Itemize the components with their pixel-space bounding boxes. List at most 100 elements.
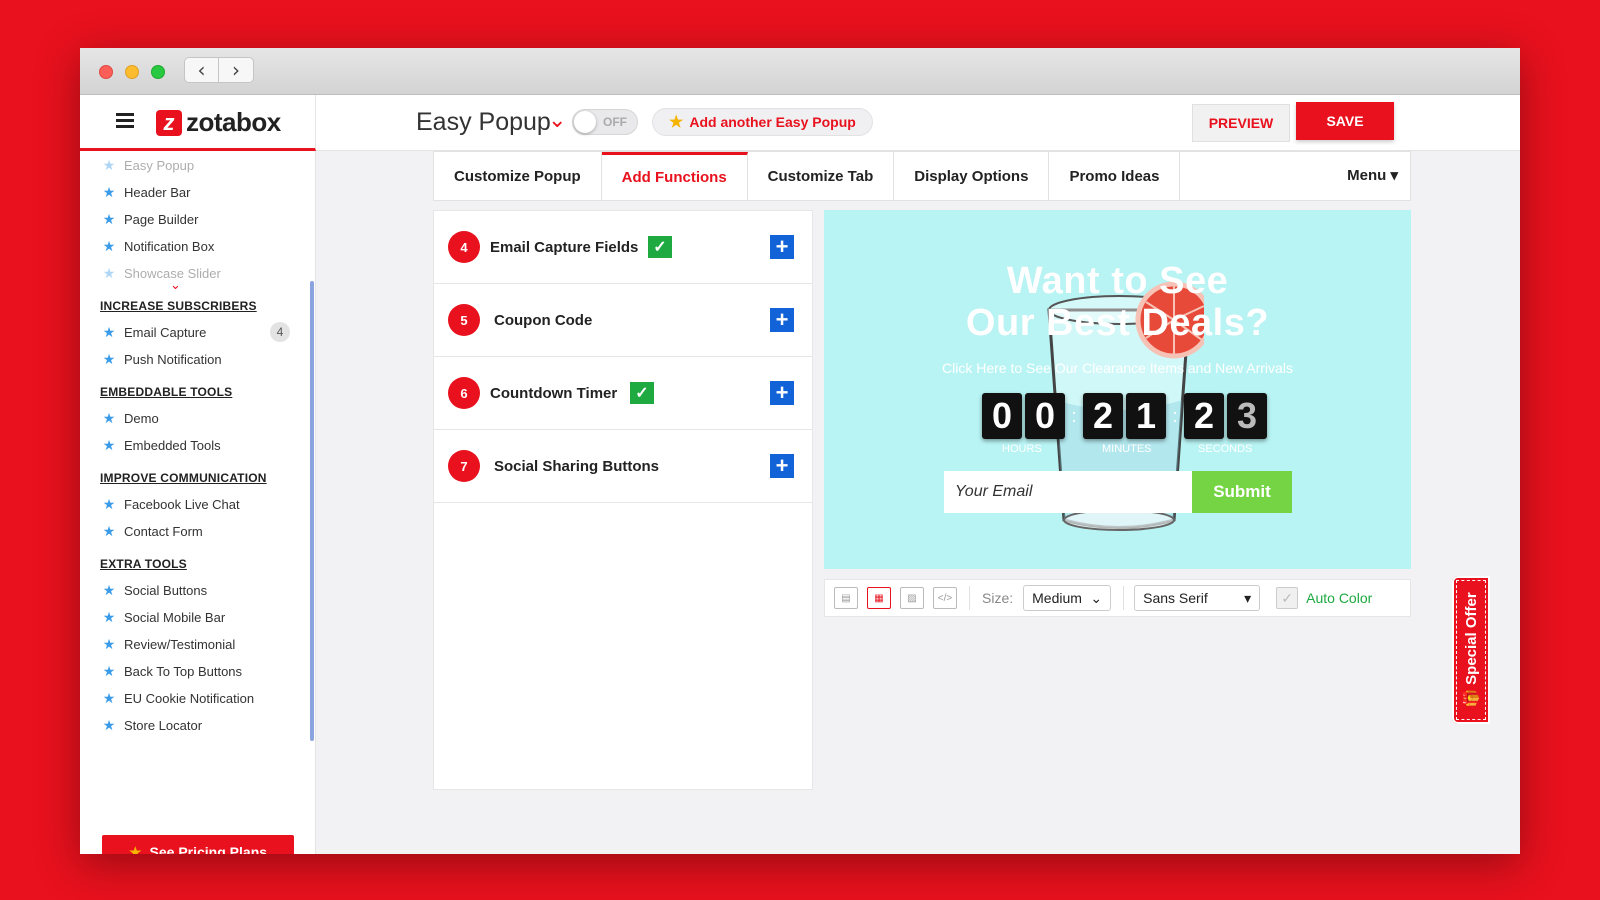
star-icon: ★ — [102, 265, 116, 281]
checkbox-checked-icon[interactable]: ✓ — [648, 236, 672, 258]
image-icon[interactable]: ▨ — [900, 587, 924, 609]
add-another-popup-button[interactable]: ★ Add another Easy Popup — [652, 108, 873, 136]
countdown-digit: 2 — [1184, 393, 1224, 439]
function-row-countdown-timer[interactable]: 6 Countdown Timer ✓ + — [434, 357, 812, 430]
countdown-digit: 1 — [1126, 393, 1166, 439]
minutes-label: MINUTES — [1102, 443, 1152, 455]
browser-window: ‹ › z zotabox Easy Popup ⌄ OFF ★ Add ano… — [80, 48, 1520, 854]
function-row-email-capture[interactable]: 4 Email Capture Fields ✓ + — [434, 211, 812, 284]
expand-plus-icon[interactable]: + — [770, 381, 794, 405]
countdown-digit: 2 — [1083, 393, 1123, 439]
sidebar-item-page-builder[interactable]: ★ Page Builder — [102, 211, 199, 228]
expand-plus-icon[interactable]: + — [770, 454, 794, 478]
show-more-chevron-icon[interactable]: ⌄ — [170, 277, 181, 293]
star-icon: ★ — [102, 636, 116, 652]
sidebar-item-embedded-tools[interactable]: ★ Embedded Tools — [102, 437, 221, 454]
step-number: 5 — [448, 304, 480, 336]
function-label: Coupon Code — [494, 311, 593, 329]
sidebar-scrollbar[interactable] — [310, 281, 314, 741]
sidebar-item-social-buttons[interactable]: ★ Social Buttons — [102, 582, 207, 599]
seconds-label: SECONDS — [1198, 443, 1253, 455]
sidebar-item-showcase-slider[interactable]: ★ Showcase Slider — [102, 265, 221, 282]
font-select[interactable]: Sans Serif ▾ — [1134, 585, 1261, 611]
save-button[interactable]: SAVE — [1296, 102, 1394, 140]
caret-down-icon: ▾ — [1390, 167, 1398, 184]
tab-customize-popup[interactable]: Customize Popup — [434, 152, 602, 200]
see-pricing-plans-button[interactable]: ★ See Pricing Plans — [102, 835, 294, 854]
sidebar-item-push-notification[interactable]: ★ Push Notification — [102, 351, 222, 368]
function-row-coupon-code[interactable]: 5 Coupon Code + — [434, 284, 812, 357]
preview-toolbar: ▤ ▦ ▨ </> Size: Medium ⌄ Sans Serif ▾ ✓ Au… — [824, 579, 1411, 617]
star-icon: ★ — [102, 582, 116, 598]
star-icon: ★ — [102, 523, 116, 539]
tab-display-options[interactable]: Display Options — [894, 152, 1050, 200]
sidebar-item-label: Notification Box — [124, 239, 215, 254]
star-icon: ★ — [102, 351, 116, 367]
headline-line-2: Our Best Deals? — [965, 302, 1270, 344]
code-icon[interactable]: </> — [933, 587, 957, 609]
sidebar-item-label: Embedded Tools — [124, 438, 221, 453]
expand-plus-icon[interactable]: + — [770, 308, 794, 332]
toggle-knob — [574, 111, 596, 133]
sidebar-item-label: EU Cookie Notification — [124, 691, 255, 706]
sidebar-item-demo[interactable]: ★ Demo — [102, 410, 159, 427]
function-row-social-sharing[interactable]: 7 Social Sharing Buttons + — [434, 430, 812, 503]
hours-label: HOURS — [1002, 443, 1042, 455]
layout-text-icon[interactable]: ▤ — [834, 587, 858, 609]
history-nav: ‹ › — [184, 57, 254, 83]
sidebar-scroll-area[interactable]: ★ Easy Popup ★ Header Bar ★ Page Builder ★ N… — [80, 151, 315, 741]
back-arrow-icon[interactable]: ‹ — [185, 58, 219, 82]
toolbar-divider — [1123, 586, 1125, 610]
close-window-button[interactable] — [99, 65, 113, 79]
special-offer-tab[interactable]: 🎁 Special Offer — [1452, 576, 1490, 724]
sidebar-item-email-capture[interactable]: ★ Email Capture — [102, 324, 207, 341]
size-select[interactable]: Medium ⌄ — [1023, 585, 1112, 611]
sidebar-item-header-bar[interactable]: ★ Header Bar — [102, 184, 191, 201]
sidebar-item-eu-cookie[interactable]: ★ EU Cookie Notification — [102, 690, 254, 707]
submit-button[interactable]: Submit — [1192, 471, 1292, 513]
sidebar-item-back-to-top[interactable]: ★ Back To Top Buttons — [102, 663, 242, 680]
tool-title[interactable]: Easy Popup — [416, 108, 551, 137]
sidebar-item-store-locator[interactable]: ★ Store Locator — [102, 717, 202, 734]
preview-button[interactable]: PREVIEW — [1192, 104, 1290, 142]
auto-color-label[interactable]: Auto Color — [1306, 590, 1372, 606]
layout-form-icon[interactable]: ▦ — [867, 587, 891, 609]
size-label: Size: — [982, 590, 1014, 606]
star-icon: ★ — [128, 843, 142, 855]
functions-list: 4 Email Capture Fields ✓ + 5 Coupon Code… — [433, 210, 813, 790]
expand-plus-icon[interactable]: + — [770, 235, 794, 259]
sidebar-item-contact-form[interactable]: ★ Contact Form — [102, 523, 203, 540]
sidebar-item-label: Easy Popup — [124, 158, 195, 173]
editor-tabs: Customize Popup Add Functions Customize … — [433, 151, 1411, 201]
sidebar-item-label: Contact Form — [124, 524, 203, 539]
checkbox-checked-icon[interactable]: ✓ — [630, 382, 654, 404]
tab-promo-ideas[interactable]: Promo Ideas — [1049, 152, 1181, 200]
popup-active-toggle[interactable]: OFF — [572, 109, 638, 135]
star-icon: ★ — [669, 114, 684, 131]
sidebar-item-social-mobile-bar[interactable]: ★ Social Mobile Bar — [102, 609, 225, 626]
font-select-value: Sans Serif — [1143, 590, 1208, 606]
sidebar: ★ Easy Popup ★ Header Bar ★ Page Builder ★ N… — [80, 151, 316, 854]
menu-dropdown[interactable]: Menu ▾ — [1347, 166, 1398, 184]
auto-color-checkbox[interactable]: ✓ — [1276, 587, 1299, 609]
maximize-window-button[interactable] — [151, 65, 165, 79]
countdown-digit: 0 — [982, 393, 1022, 439]
sidebar-item-easy-popup[interactable]: ★ Easy Popup — [102, 157, 194, 174]
forward-arrow-icon[interactable]: › — [219, 58, 253, 82]
tab-customize-tab[interactable]: Customize Tab — [748, 152, 895, 200]
countdown-digit: 3 — [1227, 393, 1267, 439]
star-icon: ★ — [102, 437, 116, 453]
pricing-label: See Pricing Plans — [149, 844, 268, 854]
sidebar-item-label: Store Locator — [124, 718, 203, 733]
sidebar-item-review-testimonial[interactable]: ★ Review/Testimonial — [102, 636, 236, 653]
chevron-down-icon[interactable]: ⌄ — [548, 107, 566, 133]
zotabox-logo[interactable]: z zotabox — [156, 107, 281, 138]
sidebar-item-label: Social Mobile Bar — [124, 610, 226, 625]
sidebar-item-facebook-live-chat[interactable]: ★ Facebook Live Chat — [102, 496, 240, 513]
hamburger-menu-icon[interactable] — [116, 113, 134, 128]
tab-add-functions[interactable]: Add Functions — [601, 152, 748, 200]
sidebar-item-notification-box[interactable]: ★ Notification Box — [102, 238, 215, 255]
toggle-label: OFF — [603, 115, 627, 129]
email-input[interactable]: Your Email — [944, 471, 1192, 513]
minimize-window-button[interactable] — [125, 65, 139, 79]
